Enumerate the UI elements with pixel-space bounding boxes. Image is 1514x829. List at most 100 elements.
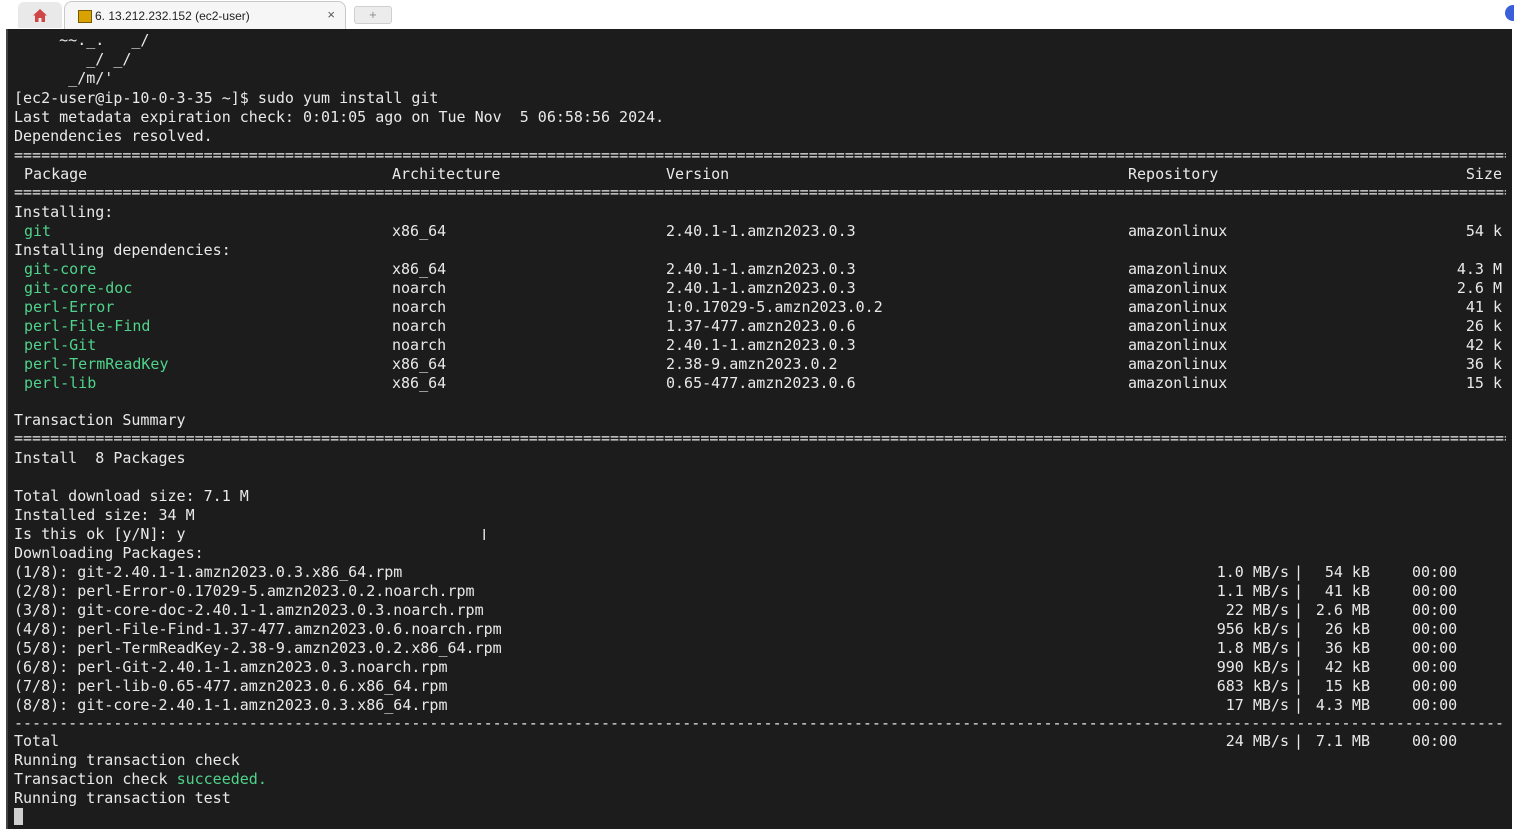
- pipe: |: [1294, 677, 1304, 695]
- pipe: |: [1294, 732, 1304, 750]
- tab-bar: 6. 13.212.232.152 (ec2-user) × +: [0, 0, 1514, 30]
- download-row: (8/8): git-core-2.40.1-1.amzn2023.0.3.x8…: [14, 696, 1504, 715]
- package-name: perl-lib: [24, 374, 97, 392]
- package-size: 15 k: [1465, 374, 1502, 392]
- header-package: Package: [24, 165, 88, 183]
- download-time: 00:00: [1412, 601, 1458, 619]
- dependencies-resolved: Dependencies resolved.: [14, 127, 213, 145]
- package-arch: noarch: [392, 298, 447, 316]
- home-tab[interactable]: [18, 2, 62, 28]
- pipe: |: [1294, 658, 1304, 676]
- download-time: 00:00: [1412, 677, 1458, 695]
- package-repo: amazonlinux: [1128, 222, 1228, 240]
- text-cursor-icon: I: [482, 526, 487, 544]
- header-version: Version: [666, 165, 730, 183]
- download-file: (4/8): perl-File-Find-1.37-477.amzn2023.…: [14, 620, 502, 638]
- header-architecture: Architecture: [392, 165, 501, 183]
- total-label: Total: [14, 732, 60, 750]
- package-size: 4.3 M: [1456, 260, 1502, 278]
- terminal-cursor: [14, 808, 23, 825]
- package-name: perl-File-Find: [24, 317, 151, 335]
- package-size: 36 k: [1465, 355, 1502, 373]
- terminal-output[interactable]: ~~._. _/ _/ _/ _/m/' [ec2-user@ip-10-0-3-…: [6, 29, 1512, 829]
- download-rate: 683 kB/s: [1216, 677, 1289, 695]
- download-size: 26 kB: [1324, 620, 1370, 638]
- separator-double: ========================================…: [14, 149, 1506, 161]
- total-row: Total 24 MB/s | 7.1 MB 00:00: [14, 732, 1504, 751]
- package-size: 54 k: [1465, 222, 1502, 240]
- installed-size: Installed size: 34 M: [14, 506, 195, 524]
- home-icon: [33, 8, 47, 22]
- install-count: Install 8 Packages: [14, 449, 186, 467]
- terminal-icon: [78, 10, 92, 23]
- check-prefix: Transaction check: [14, 770, 177, 788]
- dependencies-label: Installing dependencies:: [14, 241, 231, 259]
- package-name: perl-Git: [24, 336, 97, 354]
- package-repo: amazonlinux: [1128, 355, 1228, 373]
- download-file: (8/8): git-core-2.40.1-1.amzn2023.0.3.x8…: [14, 696, 448, 714]
- download-time: 00:00: [1412, 696, 1458, 714]
- download-rate: 1.0 MB/s: [1216, 563, 1289, 581]
- download-time: 00:00: [1412, 582, 1458, 600]
- package-repo: amazonlinux: [1128, 336, 1228, 354]
- download-file: (5/8): perl-TermReadKey-2.38-9.amzn2023.…: [14, 639, 502, 657]
- download-time: 00:00: [1412, 639, 1458, 657]
- download-row: (5/8): perl-TermReadKey-2.38-9.amzn2023.…: [14, 639, 1504, 658]
- package-version: 1.37-477.amzn2023.0.6: [666, 317, 856, 335]
- package-arch: x86_64: [392, 355, 447, 373]
- total-time: 00:00: [1412, 732, 1458, 750]
- pipe: |: [1294, 582, 1304, 600]
- total-size: 7.1 MB: [1315, 732, 1370, 750]
- package-arch: noarch: [392, 336, 447, 354]
- package-row: perl-Git noarch 2.40.1-1.amzn2023.0.3 amazo…: [14, 336, 1504, 355]
- download-file: (1/8): git-2.40.1-1.amzn2023.0.3.x86_64.…: [14, 563, 403, 581]
- download-rate: 956 kB/s: [1216, 620, 1289, 638]
- installing-label: Installing:: [14, 203, 114, 221]
- pipe: |: [1294, 563, 1304, 581]
- package-version: 2.38-9.amzn2023.0.2: [666, 355, 838, 373]
- header-size: Size: [1465, 165, 1502, 183]
- separator-single: ----------------------------------------…: [14, 717, 1506, 729]
- package-version: 0.65-477.amzn2023.0.6: [666, 374, 856, 392]
- package-arch: x86_64: [392, 374, 447, 392]
- download-size: 36 kB: [1324, 639, 1370, 657]
- banner-line: _/m/': [14, 69, 114, 87]
- download-row: (4/8): perl-File-Find-1.37-477.amzn2023.…: [14, 620, 1504, 639]
- pipe: |: [1294, 696, 1304, 714]
- close-icon[interactable]: ×: [327, 7, 335, 22]
- pipe: |: [1294, 620, 1304, 638]
- package-row: perl-TermReadKey x86_64 2.38-9.amzn2023.0.…: [14, 355, 1504, 374]
- pipe: |: [1294, 601, 1304, 619]
- download-file: (7/8): perl-lib-0.65-477.amzn2023.0.6.x8…: [14, 677, 448, 695]
- package-repo: amazonlinux: [1128, 279, 1228, 297]
- package-repo: amazonlinux: [1128, 298, 1228, 316]
- package-name: perl-Error: [24, 298, 115, 316]
- download-rate: 1.1 MB/s: [1216, 582, 1289, 600]
- download-time: 00:00: [1412, 658, 1458, 676]
- confirm-prompt: Is this ok [y/N]: y: [14, 525, 186, 543]
- package-arch: x86_64: [392, 260, 447, 278]
- package-version: 2.40.1-1.amzn2023.0.3: [666, 279, 856, 297]
- pipe: |: [1294, 639, 1304, 657]
- download-rate: 17 MB/s: [1225, 696, 1289, 714]
- download-rate: 990 kB/s: [1216, 658, 1289, 676]
- download-size: 2.6 MB: [1315, 601, 1370, 619]
- download-row: (6/8): perl-Git-2.40.1-1.amzn2023.0.3.no…: [14, 658, 1504, 677]
- separator-double: ========================================…: [14, 432, 1506, 444]
- download-rate: 1.8 MB/s: [1216, 639, 1289, 657]
- new-tab-button[interactable]: +: [354, 6, 392, 24]
- download-file: (6/8): perl-Git-2.40.1-1.amzn2023.0.3.no…: [14, 658, 448, 676]
- download-size: 42 kB: [1324, 658, 1370, 676]
- package-row: perl-File-Find noarch 1.37-477.amzn2023.0.…: [14, 317, 1504, 336]
- package-version: 1:0.17029-5.amzn2023.0.2: [666, 298, 883, 316]
- table-header: Package Architecture Version Repository Size: [14, 165, 1504, 184]
- package-name: git-core-doc: [24, 279, 133, 297]
- package-name: git-core: [24, 260, 97, 278]
- side-panel-handle[interactable]: [1505, 5, 1514, 21]
- package-size: 42 k: [1465, 336, 1502, 354]
- downloading-label: Downloading Packages:: [14, 544, 204, 562]
- session-tab[interactable]: 6. 13.212.232.152 (ec2-user) ×: [64, 1, 346, 30]
- download-row: (7/8): perl-lib-0.65-477.amzn2023.0.6.x8…: [14, 677, 1504, 696]
- package-row: git x86_64 2.40.1-1.amzn2023.0.3 amazonlinu…: [14, 222, 1504, 241]
- package-name: git: [24, 222, 52, 240]
